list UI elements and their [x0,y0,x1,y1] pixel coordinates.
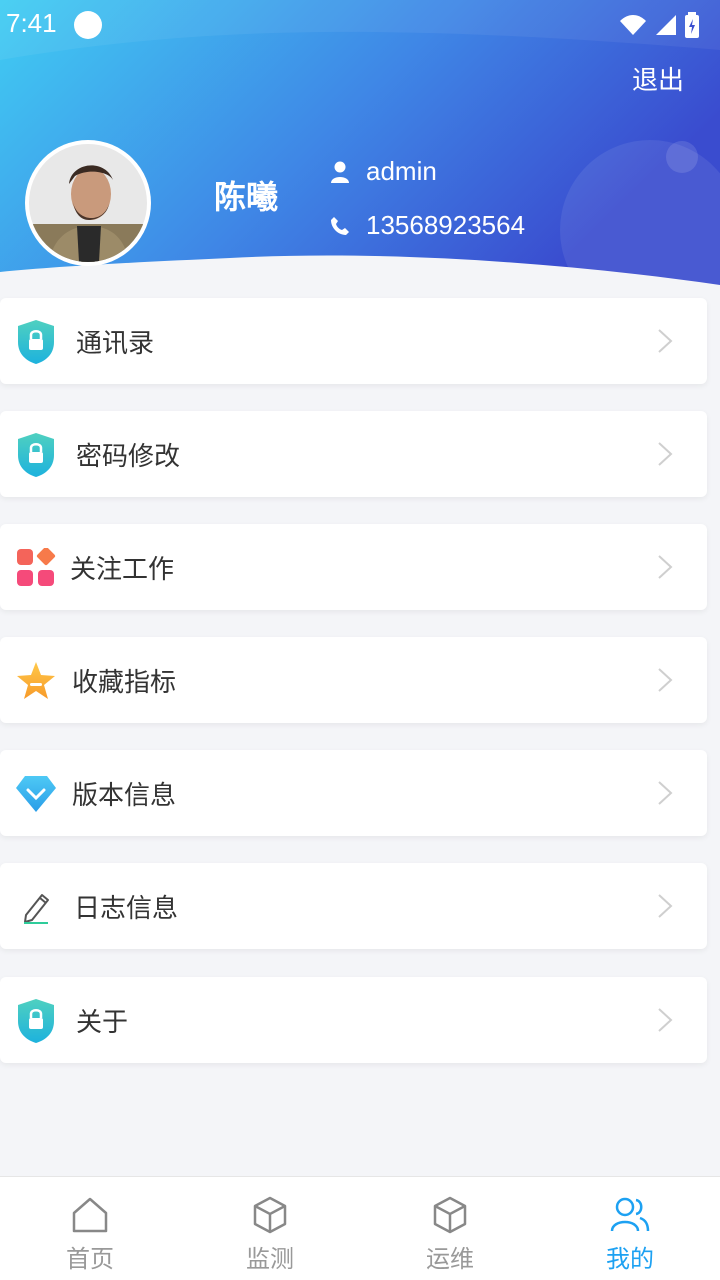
phone-number: 13568923564 [366,210,526,240]
users-icon [610,1197,650,1232]
user-display-name: 陈曦 [214,178,279,216]
logout-button[interactable]: 退出 [632,60,684,97]
avatar[interactable] [25,140,151,266]
status-time: 7:41 [6,8,57,38]
nav-tab-home[interactable]: 首页 [0,1177,180,1280]
chevron-right-icon [658,442,673,466]
status-icons [618,10,700,40]
diamond-icon [14,770,58,818]
nav-tab-label: 首页 [66,1245,114,1273]
phone-row: 13568923564 [330,210,525,241]
wifi-icon [620,15,646,35]
menu-item-about[interactable]: 关于 [0,977,707,1063]
menu-item-label: 日志信息 [74,893,179,924]
profile-header: 7:41 退出 陈曦 admin 13568923564 [0,0,720,290]
signal-icon [656,15,676,35]
nav-tab-label: 运维 [426,1245,474,1273]
home-icon [72,1197,108,1233]
chevron-right-icon [658,781,673,805]
account-row: admin [330,156,437,187]
nav-tab-label: 我的 [606,1245,654,1273]
menu-item-followed-work[interactable]: 关注工作 [0,524,707,610]
menu-item-log-info[interactable]: 日志信息 [0,863,707,949]
nav-tab-label: 监测 [246,1245,294,1273]
shield-lock-icon [14,431,58,479]
avatar-image [29,144,147,262]
bottom-navigation: 首页 监测 运维 我的 [0,1176,720,1280]
menu-item-label: 密码修改 [76,441,181,472]
nav-tab-operations[interactable]: 运维 [360,1177,540,1280]
menu-item-label: 通讯录 [76,328,155,359]
status-bar: 7:41 [0,0,720,50]
cube-icon [253,1196,287,1234]
chevron-right-icon [658,555,673,579]
chevron-right-icon [658,668,673,692]
menu-item-favorite-indicators[interactable]: 收藏指标 [0,637,707,723]
shield-lock-icon [14,997,58,1045]
cube-icon [433,1196,467,1234]
shield-lock-icon [14,318,58,366]
menu-item-contacts[interactable]: 通讯录 [0,298,707,384]
chevron-right-icon [658,329,673,353]
phone-icon [330,214,350,238]
star-icon [14,657,58,705]
menu-item-label: 关于 [76,1007,129,1038]
battery-icon [685,12,699,38]
nav-tab-mine[interactable]: 我的 [540,1177,720,1280]
menu-item-version-info[interactable]: 版本信息 [0,750,707,836]
menu-item-change-password[interactable]: 密码修改 [0,411,707,497]
pencil-icon [14,883,58,931]
menu-item-label: 收藏指标 [72,667,177,698]
account-name: admin [366,156,437,186]
chevron-right-icon [658,894,673,918]
menu-item-label: 版本信息 [72,780,177,811]
apps-grid-icon [14,544,58,592]
nav-tab-monitor[interactable]: 监测 [180,1177,360,1280]
notification-dot-icon [74,11,102,39]
menu-item-label: 关注工作 [70,554,175,585]
user-icon [330,160,350,184]
chevron-right-icon [658,1008,673,1032]
